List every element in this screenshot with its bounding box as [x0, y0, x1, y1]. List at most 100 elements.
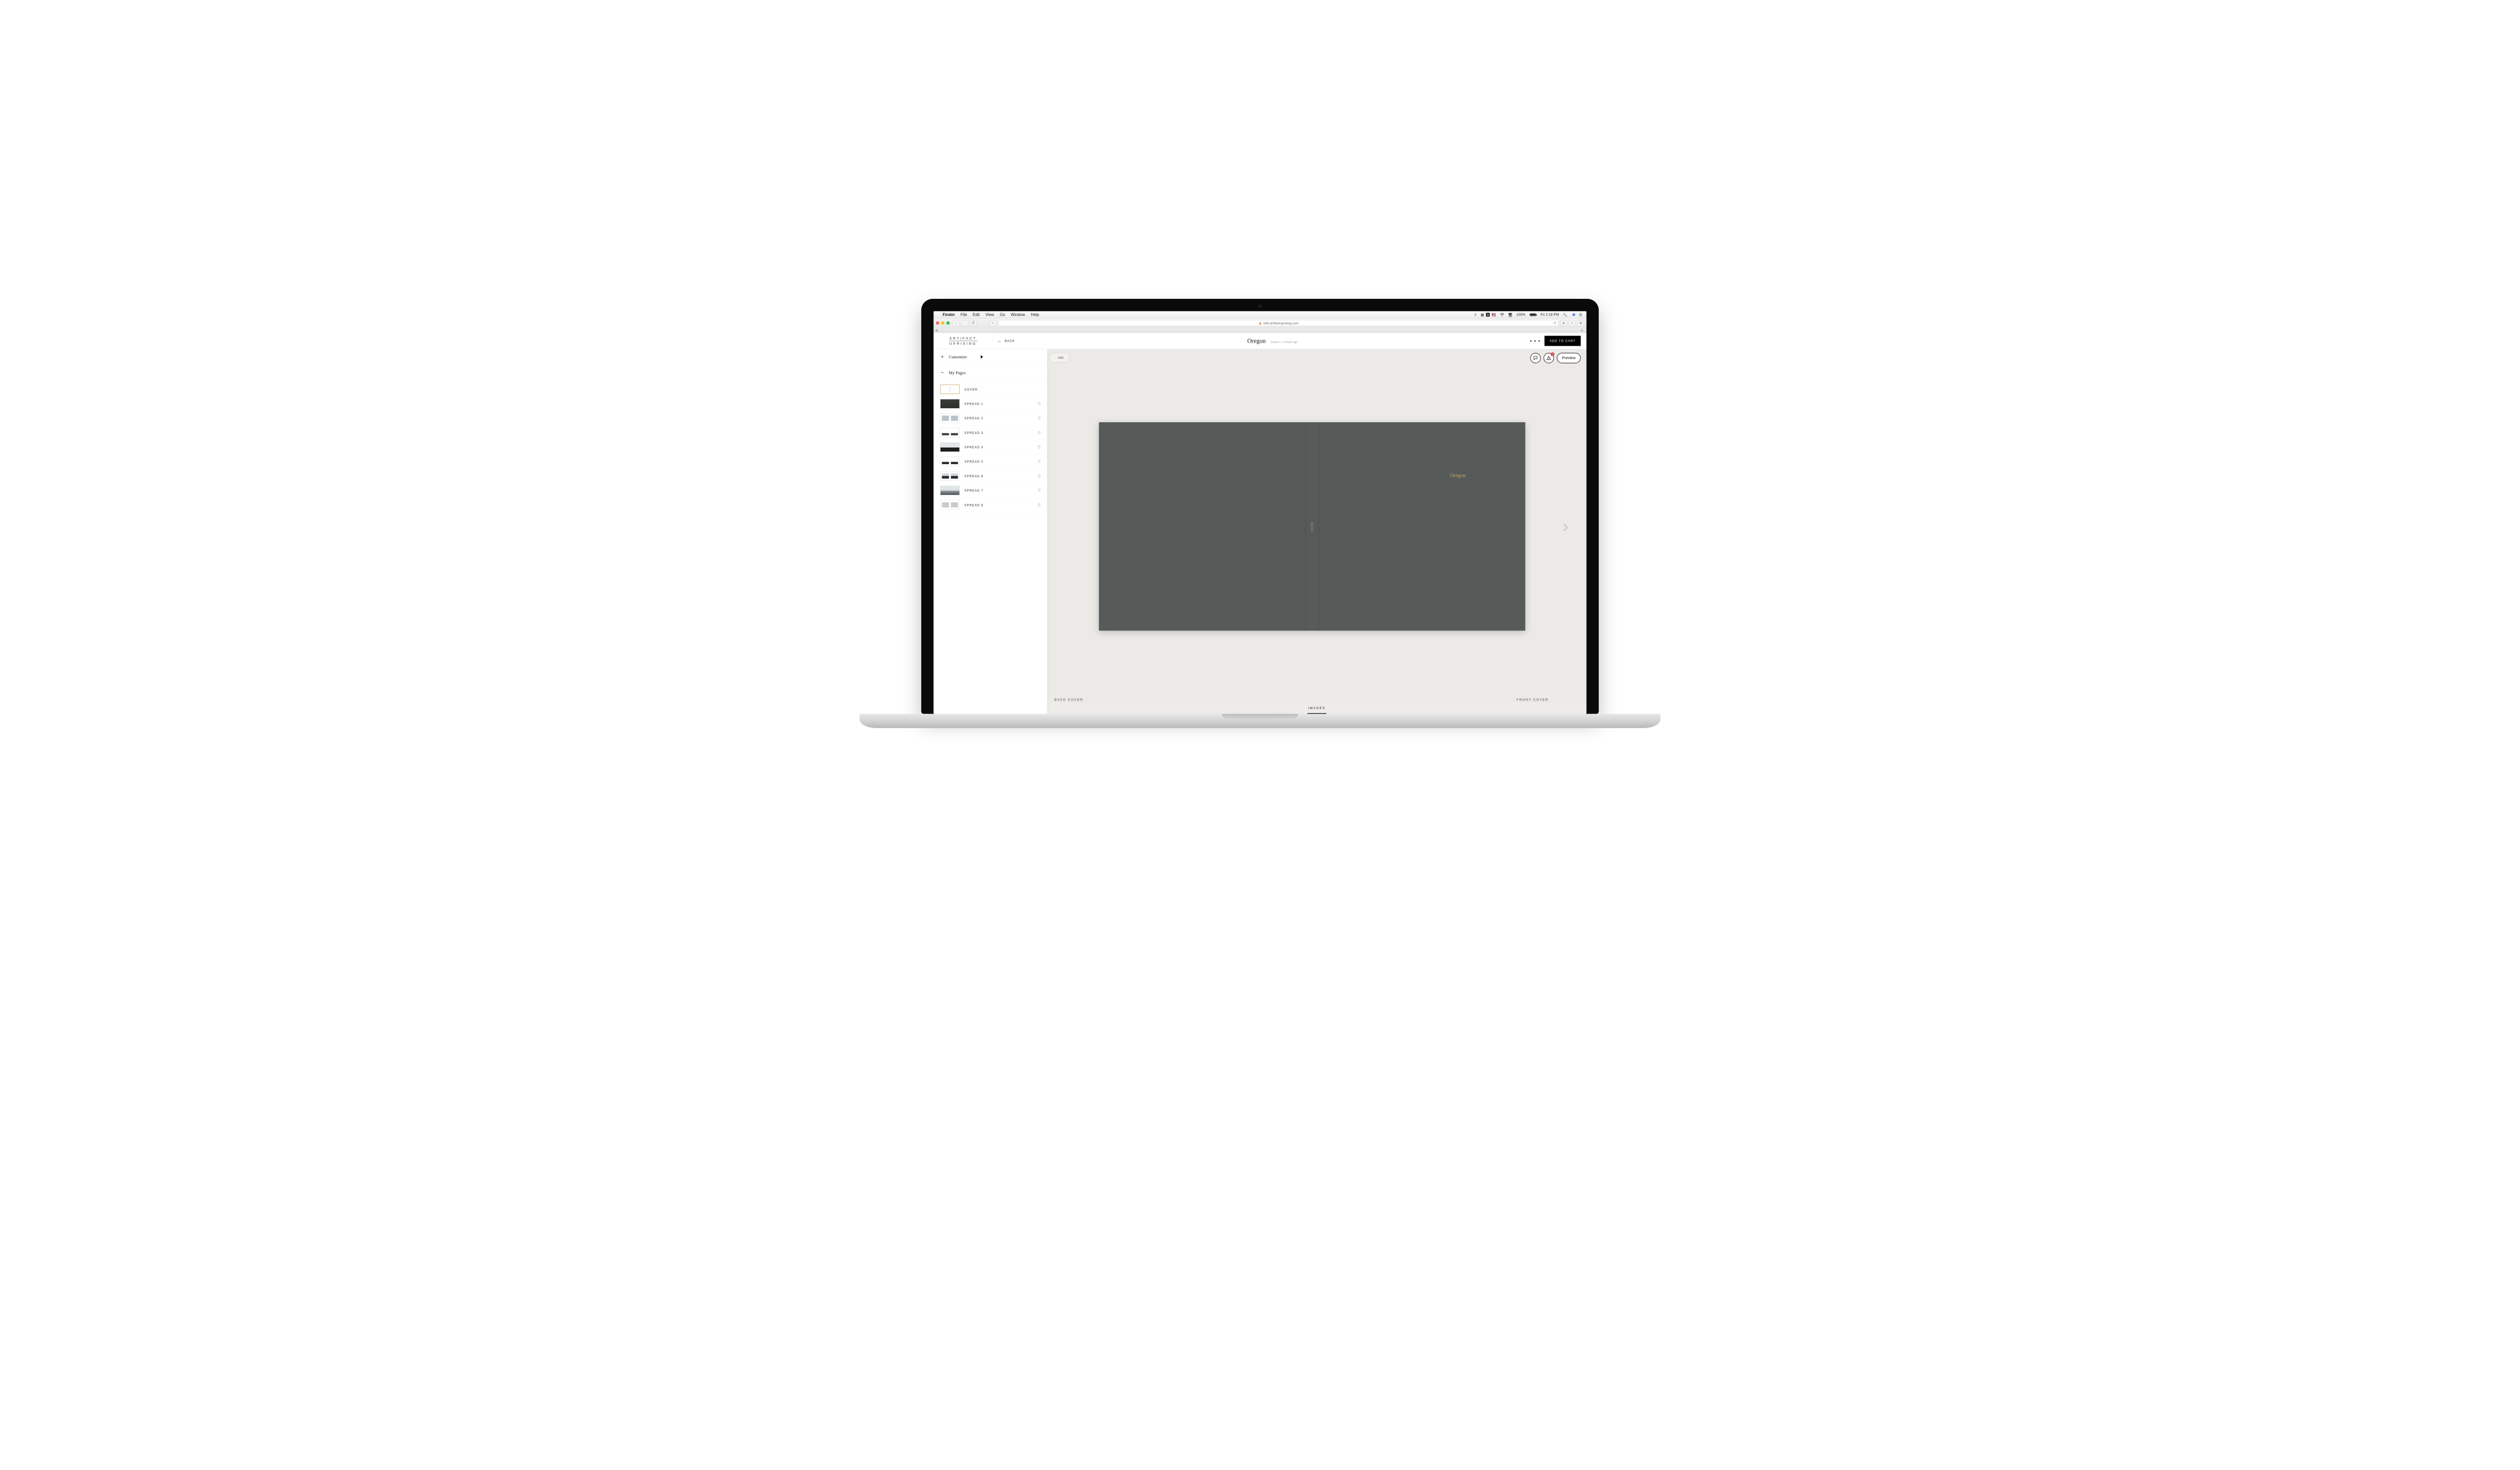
page-item-spread-6[interactable]: SPREAD 6 ☰	[933, 469, 1047, 483]
menubar-file[interactable]: File	[958, 312, 970, 316]
book-spine: 2020	[1305, 422, 1318, 630]
spotlight-icon[interactable]: 🔍	[1561, 312, 1569, 316]
drag-handle-icon[interactable]: ☰	[1038, 459, 1041, 464]
url-text: edit.artifactuprising.com	[1264, 321, 1298, 325]
page-item-spread-4[interactable]: SPREAD 4 ☰	[933, 440, 1047, 455]
dropbox-icon[interactable]: ⇪	[1472, 312, 1479, 316]
back-cover-label: BACK COVER	[1054, 697, 1083, 701]
laptop-camera	[1258, 304, 1262, 308]
front-cover-label: FRONT COVER	[1517, 697, 1548, 701]
sidebar-panel: + Customize − My Pages COVER	[933, 349, 1047, 714]
save-status: Saved • 1 minute ago	[1271, 340, 1298, 344]
plus-icon: +	[940, 354, 944, 360]
page-thumb	[940, 485, 960, 495]
page-list: COVER SPREAD 1 ☰ SPREAD 2 ☰	[933, 380, 1047, 714]
brand-logo[interactable]: ARTIFACT UPRISING	[933, 333, 993, 348]
browser-toolbar: ‹ › ☰ ◐ 🔒 edit.artifactuprising.com ⟳ ⊕ …	[933, 318, 1586, 328]
drag-handle-icon[interactable]: ☰	[1038, 444, 1041, 449]
menubar-go[interactable]: Go	[997, 312, 1008, 316]
nav-forward-button[interactable]: ›	[962, 320, 968, 326]
sidebar-toggle-button[interactable]: ☰	[970, 320, 977, 326]
menubar-window[interactable]: Window	[1008, 312, 1028, 316]
page-thumb	[940, 442, 960, 452]
nav-back-button[interactable]: ‹	[953, 320, 960, 326]
sidebar-section-customize[interactable]: + Customize	[933, 349, 1047, 364]
minus-icon: −	[940, 369, 944, 375]
more-menu-button[interactable]: • • •	[1530, 338, 1540, 344]
notification-center-icon[interactable]: ☰	[1577, 312, 1584, 316]
add-to-cart-button[interactable]: ADD TO CART	[1544, 336, 1581, 346]
url-bar[interactable]: 🔒 edit.artifactuprising.com ⟳	[998, 319, 1558, 326]
menubar-edit[interactable]: Edit	[970, 312, 982, 316]
page-item-cover[interactable]: COVER	[933, 382, 1047, 397]
brand-line-2: UPRISING	[950, 342, 977, 346]
arrow-left-icon: ←	[997, 338, 1002, 343]
window-minimize-icon[interactable]	[941, 321, 944, 325]
page-label: SPREAD 1	[964, 402, 1033, 405]
front-cover-title[interactable]: Oregon	[1450, 472, 1466, 478]
drag-handle-icon[interactable]: ☰	[1038, 473, 1041, 478]
page-label: SPREAD 2	[964, 416, 1033, 420]
drag-handle-icon[interactable]: ☰	[1038, 401, 1041, 406]
back-label: BACK	[1004, 339, 1015, 342]
page-label: SPREAD 4	[964, 445, 1033, 449]
sidebar-section-mypages[interactable]: − My Pages	[933, 365, 1047, 380]
page-item-spread-3[interactable]: SPREAD 3 ☰	[933, 425, 1047, 440]
cursor-pointer-icon	[981, 355, 983, 358]
menubar-view[interactable]: View	[982, 312, 996, 316]
page-item-spread-8[interactable]: SPREAD 8 ☰	[933, 497, 1047, 512]
drag-handle-icon[interactable]: ☰	[1038, 502, 1041, 507]
menu-extra-icon[interactable]: ▦	[1479, 312, 1486, 316]
sidebar-customize-label: Customize	[949, 354, 967, 359]
editor-app: ARTIFACT UPRISING ← BACK Oregon Saved • …	[933, 333, 1586, 714]
drag-handle-icon[interactable]: ☰	[1038, 488, 1041, 492]
siri-icon[interactable]	[1569, 313, 1577, 316]
battery-icon[interactable]	[1527, 313, 1539, 316]
adobe-icon[interactable]: A	[1486, 312, 1490, 316]
new-tab-button[interactable]: ＋	[1580, 328, 1585, 332]
sidebar-mypages-label: My Pages	[949, 370, 966, 375]
page-label: SPREAD 5	[964, 460, 1033, 463]
page-label: SPREAD 6	[964, 474, 1033, 478]
app-header: ARTIFACT UPRISING ← BACK Oregon Saved • …	[933, 333, 1586, 349]
page-thumb	[940, 500, 960, 509]
page-thumb	[940, 428, 960, 437]
share-button[interactable]: ⇪	[1569, 320, 1576, 326]
tabs-button[interactable]: ⧉	[1578, 320, 1584, 326]
page-item-spread-1[interactable]: SPREAD 1 ☰	[933, 397, 1047, 411]
tab-grid-icon[interactable]: ⊞	[935, 328, 938, 332]
window-close-icon[interactable]	[936, 321, 939, 325]
menubar-app[interactable]: Finder	[940, 312, 958, 316]
clock[interactable]: Fri 2:18 PM	[1539, 312, 1561, 316]
display-icon[interactable]: 🖥	[1506, 312, 1514, 316]
book-cover-preview[interactable]: 2020 Oregon	[1099, 422, 1525, 630]
drag-handle-icon[interactable]: ☰	[1038, 430, 1041, 434]
browser-tabstrip: ⊞ ＋	[933, 328, 1586, 333]
window-zoom-icon[interactable]	[947, 321, 950, 325]
page-label: SPREAD 8	[964, 503, 1033, 506]
project-title[interactable]: Oregon	[1247, 337, 1266, 344]
page-item-spread-2[interactable]: SPREAD 2 ☰	[933, 411, 1047, 425]
images-panel-tab[interactable]: IMAGES	[1047, 701, 1587, 714]
images-label: IMAGES	[1308, 706, 1326, 710]
brand-line-1: ARTIFACT	[950, 336, 977, 340]
page-thumb	[940, 471, 960, 481]
page-item-spread-7[interactable]: SPREAD 7 ☰	[933, 483, 1047, 498]
reload-icon[interactable]: ⟳	[1553, 321, 1556, 325]
reader-button[interactable]: ◐	[990, 320, 996, 326]
page-thumb	[940, 385, 960, 394]
editor-canvas: edo 1 Preview	[1047, 349, 1587, 714]
battery-percent: 100%	[1515, 312, 1528, 316]
back-button[interactable]: ← BACK	[997, 338, 1015, 343]
menubar-help[interactable]: Help	[1028, 312, 1042, 316]
spine-year: 2020	[1310, 521, 1314, 531]
next-page-button[interactable]: ›	[1563, 517, 1568, 536]
wifi-icon[interactable]	[1498, 312, 1506, 316]
page-thumb	[940, 457, 960, 466]
page-item-spread-5[interactable]: SPREAD 5 ☰	[933, 454, 1047, 469]
flag-icon[interactable]: 🇺🇸	[1490, 312, 1498, 316]
drag-handle-icon[interactable]: ☰	[1038, 416, 1041, 420]
downloads-button[interactable]: ⊕	[1560, 320, 1567, 326]
page-label: COVER	[964, 388, 1040, 391]
laptop-base	[860, 714, 1661, 728]
